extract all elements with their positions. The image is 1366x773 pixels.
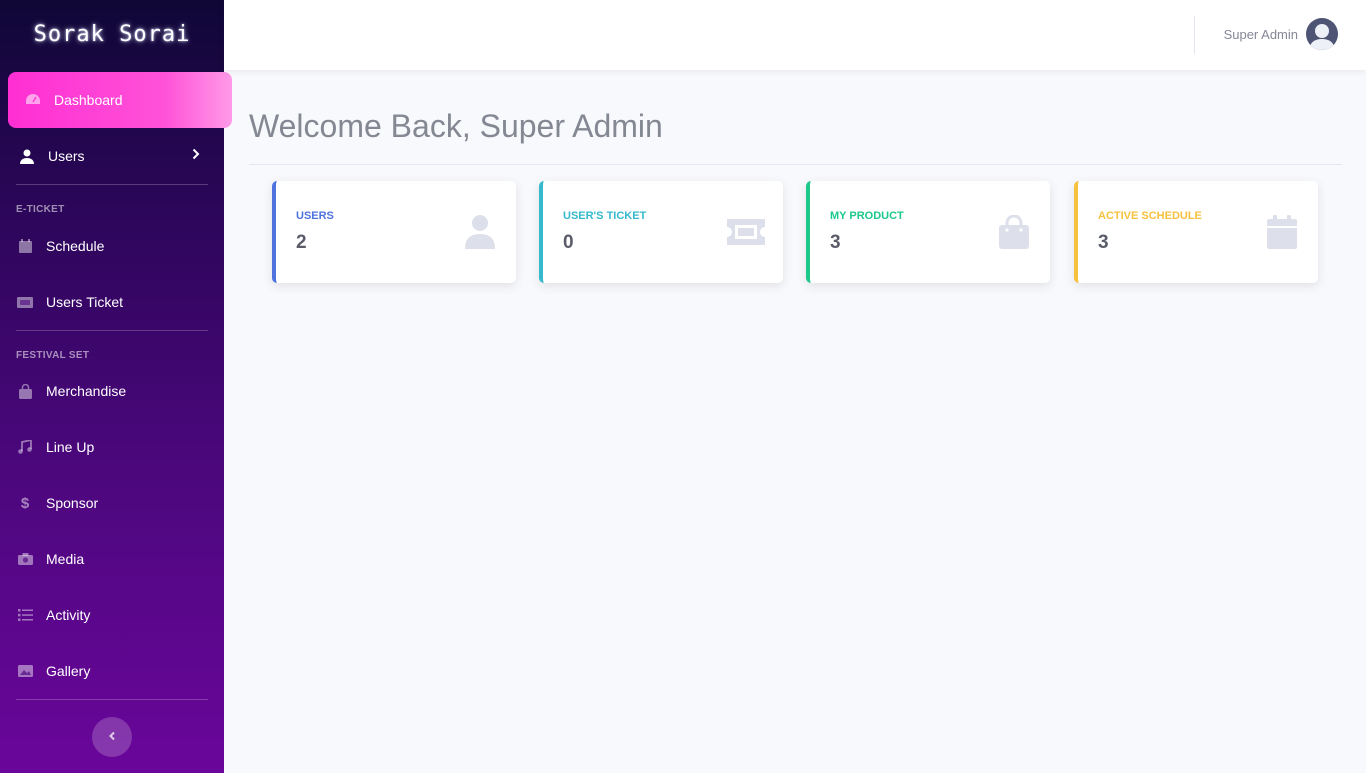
sidebar-item-label: Gallery xyxy=(46,663,91,679)
page-title: Welcome Back, Super Admin xyxy=(249,108,663,144)
stat-card-users-ticket: USER'S TICKET 0 xyxy=(539,181,783,283)
shopping-bag-icon xyxy=(16,382,34,400)
sidebar-item-label: Dashboard xyxy=(54,92,123,108)
sidebar-item-label: Schedule xyxy=(46,238,105,254)
sidebar-item-label: Media xyxy=(46,551,85,567)
card-value: 3 xyxy=(830,232,841,253)
sidebar-item-label: Users xyxy=(48,148,85,164)
sidebar-item-sponsor[interactable]: $ Sponsor xyxy=(6,475,230,531)
image-icon xyxy=(16,662,34,680)
card-label: MY PRODUCT xyxy=(830,210,904,222)
avatar[interactable] xyxy=(1306,18,1338,50)
sidebar-item-gallery[interactable]: Gallery xyxy=(6,643,230,699)
calendar-icon xyxy=(16,237,34,255)
stat-card-users: USERS 2 xyxy=(272,181,516,283)
title-divider xyxy=(249,164,1342,165)
dollar-icon: $ xyxy=(20,494,30,512)
card-label: ACTIVE SCHEDULE xyxy=(1098,210,1202,222)
sidebar-divider xyxy=(16,330,208,331)
card-label: USER'S TICKET xyxy=(563,210,647,222)
card-value: 0 xyxy=(563,232,574,253)
sidebar: Sorak Sorai Dashboard Users E-TICKET Sch… xyxy=(0,0,232,773)
user-icon xyxy=(18,147,36,165)
topbar: Super Admin xyxy=(224,0,1366,70)
sidebar-item-label: Users Ticket xyxy=(46,294,124,310)
section-heading-festival: FESTIVAL SET xyxy=(16,350,90,361)
ticket-icon xyxy=(727,214,765,250)
music-icon xyxy=(16,438,34,456)
user-name[interactable]: Super Admin xyxy=(1224,27,1298,42)
stat-card-my-product: MY PRODUCT 3 xyxy=(806,181,1050,283)
sidebar-item-label: Merchandise xyxy=(46,383,127,399)
sidebar-item-users[interactable]: Users xyxy=(8,128,232,184)
sidebar-item-media[interactable]: Media xyxy=(6,531,230,587)
card-label: USERS xyxy=(296,210,334,222)
ticket-icon xyxy=(16,293,34,311)
sidebar-item-merchandise[interactable]: Merchandise xyxy=(6,363,230,419)
sidebar-item-label: Sponsor xyxy=(46,495,99,511)
sidebar-item-label: Activity xyxy=(46,607,91,623)
shopping-bag-icon xyxy=(996,214,1032,250)
sidebar-toggle-button[interactable] xyxy=(92,717,132,757)
chevron-right-icon xyxy=(192,147,200,163)
list-icon xyxy=(16,606,34,624)
sidebar-item-dashboard[interactable]: Dashboard xyxy=(8,72,232,128)
brand-logo[interactable]: Sorak Sorai xyxy=(0,0,224,68)
camera-icon xyxy=(16,550,34,568)
gauge-icon xyxy=(24,91,42,109)
calendar-icon xyxy=(1264,214,1300,250)
user-icon xyxy=(462,214,498,250)
sidebar-divider xyxy=(16,699,208,700)
card-value: 3 xyxy=(1098,232,1109,253)
sidebar-item-label: Line Up xyxy=(46,439,95,455)
sidebar-item-schedule[interactable]: Schedule xyxy=(6,218,230,274)
sidebar-divider xyxy=(16,184,208,185)
sidebar-item-users-ticket[interactable]: Users Ticket xyxy=(6,274,230,330)
section-heading-eticket: E-TICKET xyxy=(16,204,65,215)
sidebar-item-activity[interactable]: Activity xyxy=(6,587,230,643)
chevron-left-icon xyxy=(108,728,116,746)
sidebar-item-line-up[interactable]: Line Up xyxy=(6,419,230,475)
topbar-divider xyxy=(1194,16,1195,54)
stat-card-active-schedule: ACTIVE SCHEDULE 3 xyxy=(1074,181,1318,283)
card-value: 2 xyxy=(296,232,307,253)
